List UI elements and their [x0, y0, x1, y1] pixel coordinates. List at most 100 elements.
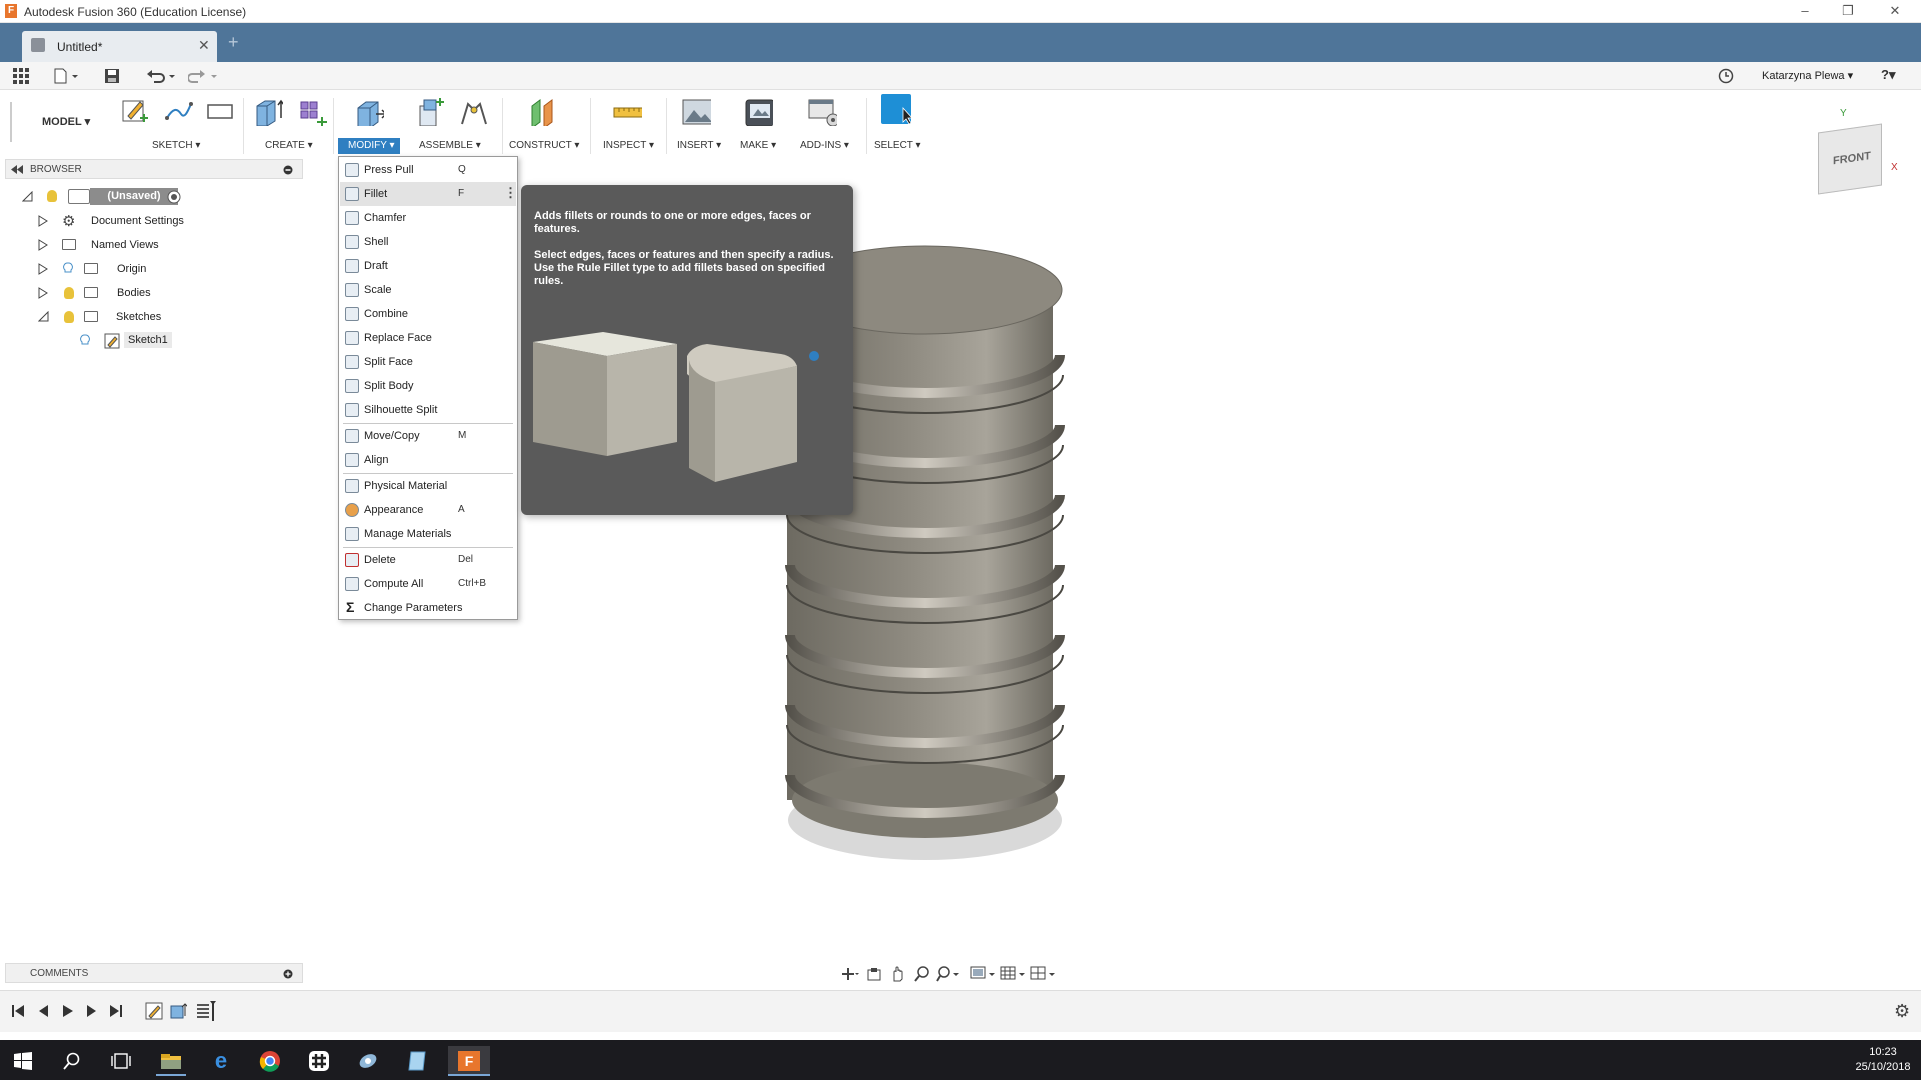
notes-app-icon[interactable]	[402, 1046, 432, 1076]
menu-item-change-parameters[interactable]: Σ Change Parameters	[340, 596, 516, 620]
sketch-group-label[interactable]: SKETCH ▾	[152, 140, 200, 151]
lightbulb-icon[interactable]	[64, 311, 74, 323]
tree-root-unsaved[interactable]: (Unsaved)	[20, 186, 300, 208]
fusion-360-taskbar-icon[interactable]: F	[448, 1046, 490, 1076]
data-panel-grid-icon[interactable]	[13, 68, 29, 84]
tree-item-bodies[interactable]: Bodies	[38, 282, 298, 304]
timeline-coil-feature-icon[interactable]	[194, 999, 216, 1021]
orbit-icon[interactable]	[840, 966, 860, 982]
menu-item-press-pull[interactable]: Press Pull Q	[340, 158, 516, 182]
chrome-icon[interactable]	[255, 1046, 285, 1076]
press-pull-icon[interactable]	[354, 96, 384, 126]
tree-item-document-settings[interactable]: ⚙ Document Settings	[38, 210, 298, 232]
file-menu-icon[interactable]	[54, 68, 80, 84]
menu-item-silhouette-split[interactable]: Silhouette Split	[340, 398, 516, 422]
lightbulb-icon[interactable]	[64, 287, 74, 299]
go-to-start-icon[interactable]	[10, 1003, 26, 1019]
modify-menu-button[interactable]: MODIFY ▾	[338, 138, 400, 154]
menu-item-scale[interactable]: Scale	[340, 278, 516, 302]
windows-start-icon[interactable]	[14, 1052, 32, 1070]
comments-panel-header[interactable]: COMMENTS	[5, 963, 303, 983]
new-tab-button[interactable]: +	[228, 32, 239, 53]
look-at-icon[interactable]	[866, 966, 882, 982]
expanded-triangle-icon[interactable]	[38, 311, 49, 322]
menu-item-move-copy[interactable]: Move/Copy M	[340, 424, 516, 448]
file-explorer-icon[interactable]	[156, 1046, 186, 1076]
activate-component-icon[interactable]	[167, 190, 181, 204]
browser-panel-header[interactable]: BROWSER	[5, 159, 303, 179]
browser-options-icon[interactable]	[283, 165, 293, 175]
close-tab-button[interactable]: ✕	[198, 37, 210, 54]
step-back-icon[interactable]	[35, 1003, 51, 1019]
inspect-group-label[interactable]: INSPECT ▾	[603, 140, 654, 151]
make-group-label[interactable]: MAKE ▾	[740, 140, 776, 151]
insert-canvas-icon[interactable]	[681, 96, 711, 126]
tree-item-sketch1[interactable]: Sketch1	[78, 330, 188, 352]
menu-item-physical-material[interactable]: Physical Material	[340, 474, 516, 498]
more-options-icon[interactable]: ⋮	[504, 185, 517, 201]
scripts-addins-icon[interactable]	[807, 96, 837, 126]
slack-icon[interactable]	[304, 1046, 334, 1076]
search-icon[interactable]	[63, 1052, 81, 1070]
pan-hand-icon[interactable]	[890, 965, 906, 983]
add-comment-icon[interactable]	[283, 969, 293, 979]
document-tab[interactable]: Untitled* ✕	[22, 31, 217, 62]
offset-plane-icon[interactable]	[528, 96, 558, 126]
collapse-panel-icon[interactable]	[11, 165, 23, 174]
go-to-end-icon[interactable]	[108, 1003, 124, 1019]
menu-item-split-face[interactable]: Split Face	[340, 350, 516, 374]
create-sketch-icon[interactable]	[120, 96, 150, 126]
timeline-sketch-feature-icon[interactable]	[145, 1002, 163, 1020]
menu-item-draft[interactable]: Draft	[340, 254, 516, 278]
assemble-group-label[interactable]: ASSEMBLE ▾	[419, 140, 481, 151]
minimize-button[interactable]: –	[1790, 2, 1820, 20]
edge-browser-icon[interactable]: e	[206, 1046, 236, 1076]
app-icon[interactable]	[353, 1046, 383, 1076]
zoom-icon[interactable]	[914, 965, 930, 983]
menu-item-split-body[interactable]: Split Body	[340, 374, 516, 398]
menu-item-combine[interactable]: Combine	[340, 302, 516, 326]
construct-group-label[interactable]: CONSTRUCT ▾	[509, 140, 579, 151]
select-icon[interactable]	[881, 94, 911, 124]
play-icon[interactable]	[60, 1003, 76, 1019]
system-clock[interactable]: 10:23 25/10/2018	[1848, 1045, 1918, 1075]
expanded-triangle-icon[interactable]	[22, 191, 33, 202]
select-group-label[interactable]: SELECT ▾	[874, 140, 921, 151]
step-forward-icon[interactable]	[84, 1003, 100, 1019]
menu-item-delete[interactable]: Delete Del	[340, 548, 516, 572]
redo-icon[interactable]	[188, 68, 218, 84]
collapsed-triangle-icon[interactable]	[38, 239, 48, 251]
menu-item-fillet[interactable]: Fillet F ⋮	[340, 182, 517, 206]
tree-item-origin[interactable]: Origin	[38, 258, 298, 280]
restore-button[interactable]: ❐	[1833, 2, 1863, 20]
task-view-icon[interactable]	[111, 1052, 131, 1070]
menu-item-replace-face[interactable]: Replace Face	[340, 326, 516, 350]
view-cube[interactable]: FRONT	[1818, 123, 1882, 195]
joint-icon[interactable]	[458, 96, 488, 126]
menu-item-shell[interactable]: Shell	[340, 230, 516, 254]
menu-item-align[interactable]: Align	[340, 448, 516, 472]
undo-icon[interactable]	[146, 68, 176, 84]
tree-item-named-views[interactable]: Named Views	[38, 234, 298, 256]
new-component-icon[interactable]	[414, 96, 444, 126]
line-icon[interactable]	[163, 96, 193, 126]
tree-item-sketches[interactable]: Sketches	[38, 306, 298, 328]
timeline-settings-gear-icon[interactable]: ⚙	[1894, 1001, 1910, 1022]
display-settings-icon[interactable]	[970, 965, 996, 983]
grid-settings-icon[interactable]	[1000, 965, 1026, 983]
collapsed-triangle-icon[interactable]	[38, 263, 48, 275]
viewports-icon[interactable]	[1030, 965, 1056, 983]
lightbulb-icon[interactable]	[47, 190, 57, 202]
pattern-icon[interactable]	[297, 96, 327, 126]
collapsed-triangle-icon[interactable]	[38, 215, 48, 227]
lightbulb-off-icon[interactable]	[80, 334, 90, 347]
job-status-clock-icon[interactable]	[1718, 68, 1734, 84]
save-icon[interactable]	[104, 68, 120, 84]
insert-group-label[interactable]: INSERT ▾	[677, 140, 721, 151]
menu-item-chamfer[interactable]: Chamfer	[340, 206, 516, 230]
addins-group-label[interactable]: ADD-INS ▾	[800, 140, 849, 151]
menu-item-appearance[interactable]: Appearance A	[340, 498, 516, 522]
create-group-label[interactable]: CREATE ▾	[265, 140, 313, 151]
extrude-icon[interactable]	[253, 96, 283, 126]
collapsed-triangle-icon[interactable]	[38, 287, 48, 299]
